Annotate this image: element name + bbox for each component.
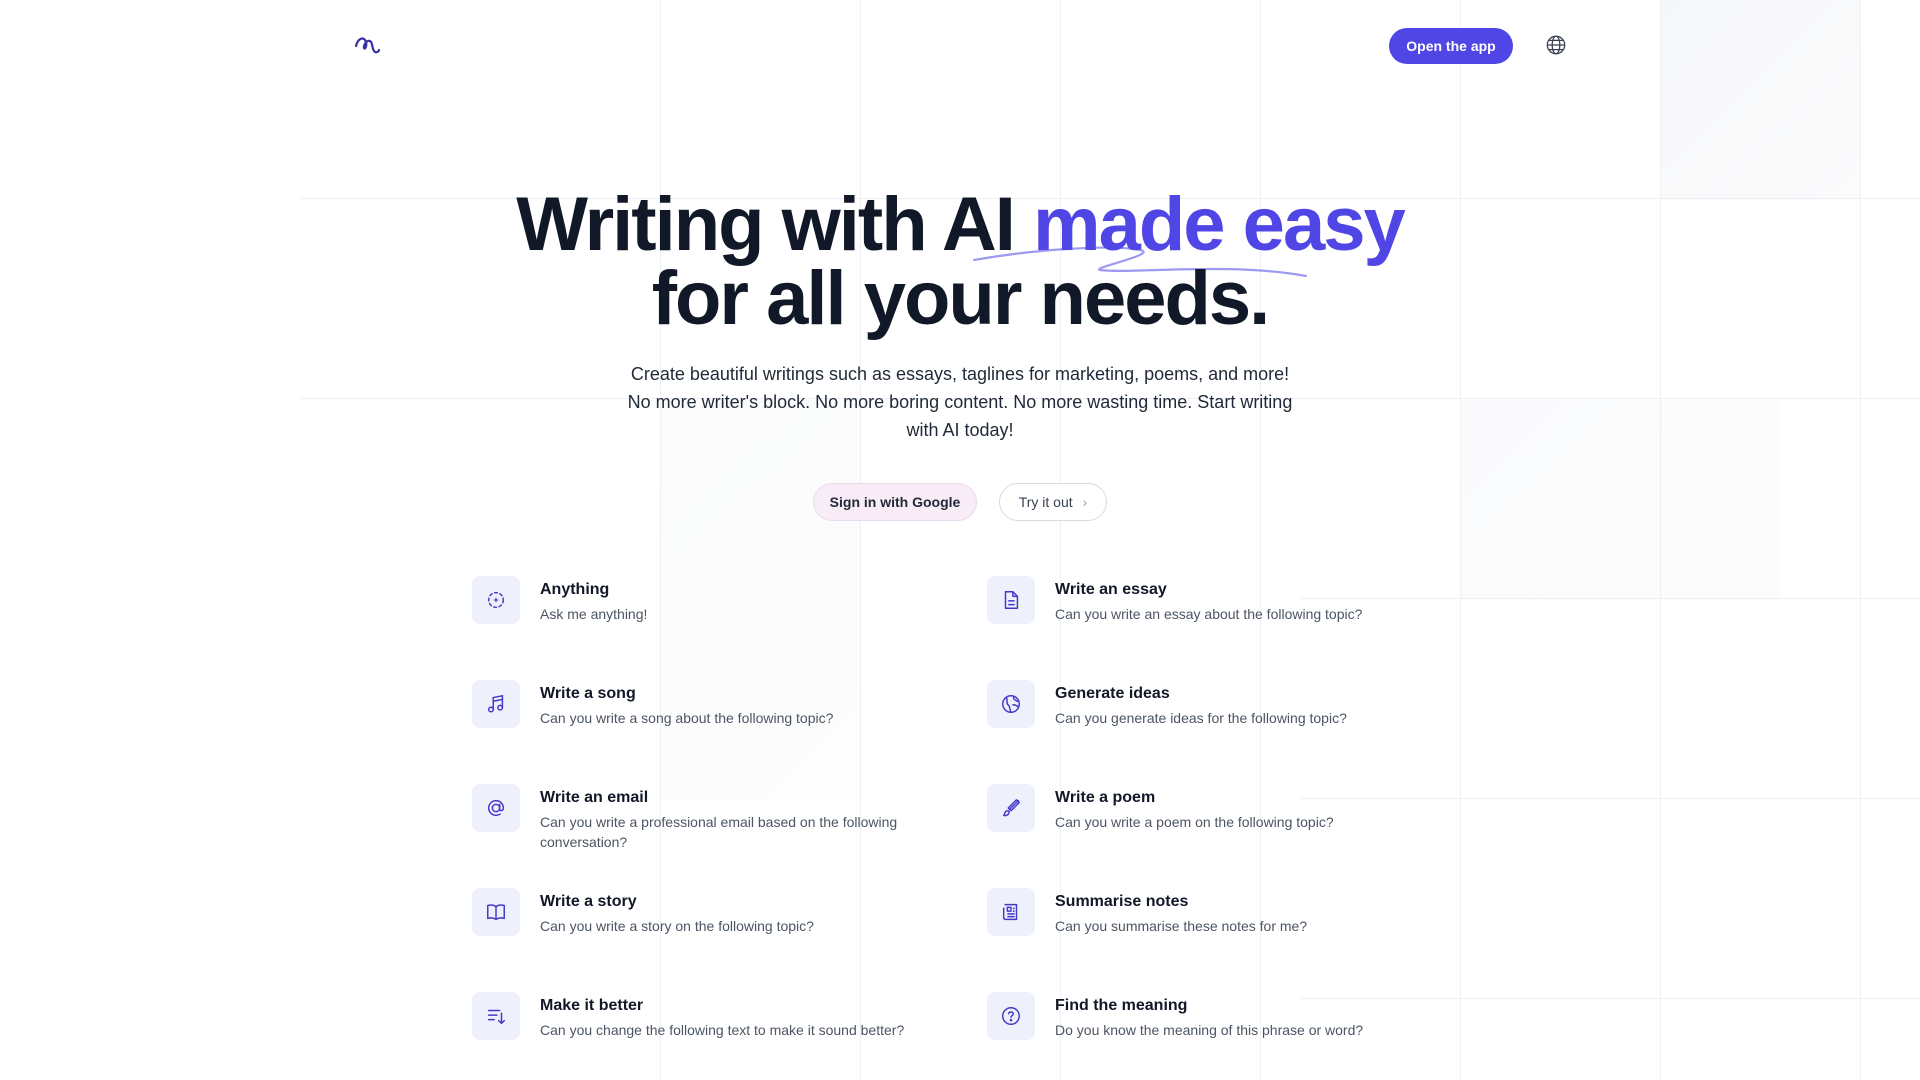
prompt-item-write-email[interactable]: Write an email Can you write a professio… xyxy=(472,784,952,864)
globe-ideas-icon xyxy=(987,680,1035,728)
prompt-title: Find the meaning xyxy=(1055,997,1188,1014)
prompt-title: Summarise notes xyxy=(1055,893,1189,910)
prompt-description: Can you generate ideas for the following… xyxy=(1055,710,1347,726)
hero-subtitle-line3: with AI today! xyxy=(906,420,1014,440)
prompt-title: Write an essay xyxy=(1055,581,1167,598)
sparkle-circle-icon xyxy=(472,576,520,624)
chevron-right-icon: › xyxy=(1082,494,1088,510)
hero-title-part1: Writing with AI xyxy=(516,182,1034,267)
prompt-item-find-meaning[interactable]: Find the meaning Do you know the meaning… xyxy=(987,992,1467,1072)
prompt-item-generate-ideas[interactable]: Generate ideas Can you generate ideas fo… xyxy=(987,680,1467,760)
prompt-item-write-story[interactable]: Write a story Can you write a story on t… xyxy=(472,888,952,968)
prompt-title: Anything xyxy=(540,581,610,598)
try-it-out-button[interactable]: Try it out › xyxy=(999,483,1107,521)
prompt-title: Make it better xyxy=(540,997,644,1014)
try-it-out-label: Try it out xyxy=(1018,494,1073,510)
prompt-item-anything[interactable]: Anything Ask me anything! xyxy=(472,576,952,656)
brand-logo[interactable] xyxy=(352,30,382,60)
book-open-icon xyxy=(472,888,520,936)
document-icon xyxy=(987,576,1035,624)
prompt-description: Can you write a song about the following… xyxy=(540,710,834,726)
prompt-description: Can you change the following text to mak… xyxy=(540,1022,905,1038)
prompt-description: Can you summarise these notes for me? xyxy=(1055,918,1308,934)
prompt-item-write-song[interactable]: Write a song Can you write a song about … xyxy=(472,680,952,760)
language-globe-icon[interactable] xyxy=(1545,34,1567,56)
prompt-item-summarise-notes[interactable]: Summarise notes Can you summarise these … xyxy=(987,888,1467,968)
question-circle-icon xyxy=(987,992,1035,1040)
newspaper-icon xyxy=(987,888,1035,936)
prompt-description: Can you write a story on the following t… xyxy=(540,918,814,934)
prompt-title: Generate ideas xyxy=(1055,685,1170,702)
prompt-description: Can you write a professional email based… xyxy=(540,814,898,850)
prompt-item-write-poem[interactable]: Write a poem Can you write a poem on the… xyxy=(987,784,1467,864)
prompt-description: Ask me anything! xyxy=(540,606,648,622)
prompt-description: Can you write a poem on the following to… xyxy=(1055,814,1334,830)
hero-title-part2: for all your needs. xyxy=(651,256,1271,341)
brush-icon xyxy=(987,784,1035,832)
prompt-item-write-essay[interactable]: Write an essay Can you write an essay ab… xyxy=(987,576,1467,656)
prompt-title: Write a song xyxy=(540,685,636,702)
list-sort-icon xyxy=(472,992,520,1040)
hero-subtitle: Create beautiful writings such as essays… xyxy=(620,360,1300,444)
hero-title-accent: made easy xyxy=(1033,182,1406,267)
hero-subtitle-line1: Create beautiful writings such as essays… xyxy=(630,364,1290,384)
prompt-title: Write an email xyxy=(540,789,649,806)
prompt-description: Do you know the meaning of this phrase o… xyxy=(1055,1022,1364,1038)
prompt-description: Can you write an essay about the followi… xyxy=(1055,606,1363,622)
prompt-title: Write a story xyxy=(540,893,637,910)
music-note-icon xyxy=(472,680,520,728)
background-grid xyxy=(0,0,1920,1080)
hero-subtitle-line2: No more writer's block. No more boring c… xyxy=(627,392,1293,412)
hero-title: Writing with AI made easy for all your n… xyxy=(460,187,1460,337)
open-app-button[interactable]: Open the app xyxy=(1389,28,1513,64)
prompt-item-make-it-better[interactable]: Make it better Can you change the follow… xyxy=(472,992,952,1072)
prompt-title: Write a poem xyxy=(1055,789,1156,806)
sign-in-google-button[interactable]: Sign in with Google xyxy=(813,483,977,521)
at-sign-icon xyxy=(472,784,520,832)
